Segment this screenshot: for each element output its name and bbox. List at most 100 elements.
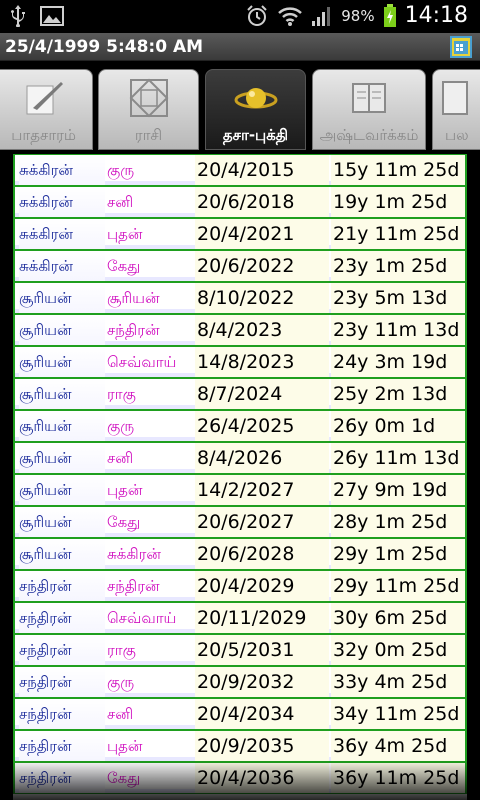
- table-row[interactable]: சந்திரன் சந்திரன் 20/4/2029 29y 11m 25d: [13, 570, 467, 602]
- status-right-icons: 98% 14:18: [245, 3, 468, 28]
- dasa-cell: சந்திரன்: [19, 635, 105, 665]
- date-cell: 8/10/2022: [195, 283, 329, 313]
- duration-cell: 32y 0m 25d: [331, 635, 465, 665]
- duration-cell: 25y 2m 13d: [331, 379, 465, 409]
- table-row[interactable]: சுக்கிரன் புதன் 20/4/2021 21y 11m 25d: [13, 218, 467, 250]
- bukthi-cell: புதன்: [107, 481, 143, 499]
- tab-dasa-bukthi[interactable]: தசா-புக்தி: [205, 69, 306, 150]
- table-row[interactable]: சூரியன் சனி 8/4/2026 26y 11m 13d: [13, 442, 467, 474]
- duration-cell: 36y 4m 25d: [331, 731, 465, 761]
- status-bar: 98% 14:18: [0, 0, 480, 33]
- tab-ashtavargam[interactable]: அஷ்டவர்க்கம்: [312, 69, 426, 150]
- dasa-bukthi-table[interactable]: சுக்கிரன் குரு 20/4/2015 15y 11m 25d சுக்கிர…: [13, 154, 467, 800]
- dasa-cell: சந்திரன்: [19, 699, 105, 729]
- date-cell: 20/5/2031: [195, 635, 329, 665]
- dasa-cell: சூரியன்: [19, 379, 105, 409]
- table-row[interactable]: சூரியன் குரு 26/4/2025 26y 0m 1d: [13, 410, 467, 442]
- date-cell: 26/4/2025: [195, 411, 329, 441]
- planet-icon: [234, 88, 277, 109]
- image-icon: [40, 6, 64, 26]
- app-screen: 98% 14:18 25/4/1999 5:48:0 AM பாதசாரம் ர…: [0, 0, 480, 800]
- duration-cell: 29y 11m 25d: [331, 571, 465, 601]
- dasa-cell: சூரியன்: [19, 315, 105, 345]
- table-row[interactable]: சூரியன் சந்திரன் 8/4/2023 23y 11m 13d: [13, 314, 467, 346]
- duration-cell: 29y 1m 25d: [331, 539, 465, 569]
- bukthi-cell: சனி: [107, 705, 134, 723]
- date-cell: 20/9/2035: [195, 731, 329, 761]
- page-title: 25/4/1999 5:48:0 AM: [5, 37, 204, 57]
- tab-label: பாதசாரம்: [11, 126, 76, 144]
- usb-icon: [11, 5, 25, 27]
- tab-padhasaram[interactable]: பாதசாரம்: [0, 69, 93, 150]
- date-cell: 8/7/2024: [195, 379, 329, 409]
- tab-label: தசா-புக்தி: [222, 126, 289, 144]
- date-cell: 20/6/2028: [195, 539, 329, 569]
- table-row[interactable]: சுக்கிரன் குரு 20/4/2015 15y 11m 25d: [13, 154, 467, 186]
- table-row[interactable]: சந்திரன் கேது 20/4/2036 36y 11m 25d: [13, 762, 467, 794]
- table-row[interactable]: சூரியன் கேது 20/6/2027 28y 1m 25d: [13, 506, 467, 538]
- duration-cell: 30y 6m 25d: [331, 603, 465, 633]
- table-row[interactable]: சூரியன் ராகு 8/7/2024 25y 2m 13d: [13, 378, 467, 410]
- bukthi-cell: புதன்: [107, 225, 143, 243]
- tab-rasi[interactable]: ராசி: [98, 69, 199, 150]
- date-cell: 20/6/2027: [195, 507, 329, 537]
- calendar-icon[interactable]: [450, 36, 472, 58]
- bukthi-cell: சந்திரன்: [107, 321, 160, 339]
- battery-charging-icon: [383, 3, 396, 27]
- bukthi-cell: ராகு: [107, 385, 136, 403]
- dasa-cell: சந்திரன்: [19, 603, 105, 633]
- table-row[interactable]: சந்திரன் குரு 20/9/2032 33y 4m 25d: [13, 666, 467, 698]
- bukthi-cell: கேது: [107, 257, 141, 275]
- duration-cell: 28y 1m 25d: [331, 507, 465, 537]
- bukthi-cell: சந்திரன்: [107, 577, 160, 595]
- alarm-icon: [247, 4, 267, 26]
- bukthi-cell: செவ்வாய்: [107, 353, 177, 371]
- duration-cell: 23y 5m 13d: [331, 283, 465, 313]
- bukthi-cell: ராகு: [107, 641, 136, 659]
- duration-cell: 19y 1m 25d: [331, 187, 465, 217]
- doc-icon: [442, 81, 468, 115]
- duration-cell: 26y 11m 13d: [331, 443, 465, 473]
- table-row[interactable]: சூரியன் சூரியன் 8/10/2022 23y 5m 13d: [13, 282, 467, 314]
- wifi-icon: [278, 6, 303, 26]
- date-cell: 20/6/2018: [195, 187, 329, 217]
- date-cell: 20/4/2029: [195, 571, 329, 601]
- clock-time: 14:18: [404, 3, 468, 28]
- date-cell: 20/4/2015: [195, 155, 329, 185]
- date-cell: 20/11/2029: [195, 603, 329, 633]
- edge-shadow-right: [468, 154, 480, 800]
- dasa-cell: சூரியன்: [19, 539, 105, 569]
- table-row[interactable]: சூரியன் சுக்கிரன் 20/6/2028 29y 1m 25d: [13, 538, 467, 570]
- table-row[interactable]: சுக்கிரன் கேது 20/6/2022 23y 1m 25d: [13, 250, 467, 282]
- tab-palan[interactable]: பல: [432, 69, 480, 150]
- date-cell: 14/8/2023: [195, 347, 329, 377]
- date-cell: 20/6/2022: [195, 251, 329, 281]
- bukthi-cell: கேது: [107, 769, 141, 787]
- table-row[interactable]: சந்திரன் செவ்வாய் 20/11/2029 30y 6m 25d: [13, 602, 467, 634]
- dasa-cell: சுக்கிரன்: [19, 251, 105, 281]
- duration-cell: 34y 11m 25d: [331, 699, 465, 729]
- title-bar: 25/4/1999 5:48:0 AM: [0, 33, 480, 61]
- table-row[interactable]: சூரியன் செவ்வாய் 14/8/2023 24y 3m 19d: [13, 346, 467, 378]
- bukthi-cell: புதன்: [107, 737, 143, 755]
- dasa-cell: சூரியன்: [19, 347, 105, 377]
- table-row[interactable]: சூரியன் புதன் 14/2/2027 27y 9m 19d: [13, 474, 467, 506]
- date-cell: 20/4/2034: [195, 699, 329, 729]
- table-row[interactable]: சுக்கிரன் சனி 20/6/2018 19y 1m 25d: [13, 186, 467, 218]
- tab-label: பல: [445, 126, 469, 144]
- status-left-icons: [10, 5, 64, 27]
- table-row[interactable]: சந்திரன் சனி 20/4/2034 34y 11m 25d: [13, 698, 467, 730]
- duration-cell: 24y 3m 19d: [331, 347, 465, 377]
- tab-label: ராசி: [134, 126, 163, 144]
- bukthi-cell: குரு: [107, 417, 135, 435]
- duration-cell: 21y 11m 25d: [331, 219, 465, 249]
- table-row[interactable]: சந்திரன் ராகு 20/5/2031 32y 0m 25d: [13, 634, 467, 666]
- dasa-cell: சூரியன்: [19, 507, 105, 537]
- table-row[interactable]: சந்திரன் புதன் 20/9/2035 36y 4m 25d: [13, 730, 467, 762]
- date-cell: 8/4/2026: [195, 443, 329, 473]
- duration-cell: 15y 11m 25d: [331, 155, 465, 185]
- bukthi-cell: சனி: [107, 193, 134, 211]
- dasa-cell: சுக்கிரன்: [19, 155, 105, 185]
- date-cell: 8/4/2023: [195, 315, 329, 345]
- quill-icon: [26, 82, 63, 115]
